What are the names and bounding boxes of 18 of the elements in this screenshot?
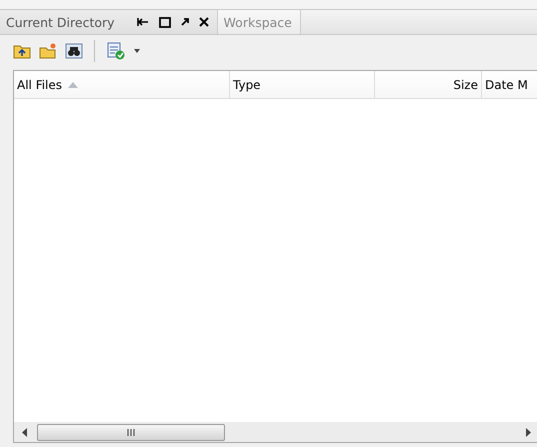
column-header[interactable]: Type [233,78,261,92]
scroll-left-icon[interactable] [22,428,27,436]
maximize-icon[interactable] [158,16,171,28]
binoculars-icon[interactable] [65,42,83,58]
dropdown-caret-icon[interactable] [134,48,140,52]
folder-up-icon[interactable] [13,42,31,58]
column-header[interactable]: Date M [485,78,528,92]
new-folder-icon[interactable] [39,42,57,58]
close-icon[interactable] [198,17,209,27]
column-header[interactable]: Size [453,78,478,92]
column-header[interactable]: All Files [17,78,62,92]
scroll-thumb[interactable] [37,424,225,440]
scroll-right-icon[interactable] [526,428,531,436]
pin-icon[interactable] [136,17,149,27]
horizontal-scrollbar[interactable] [14,422,537,442]
undock-arrow-icon[interactable] [180,18,189,26]
document-check-icon[interactable] [106,42,126,60]
tab[interactable]: Current Directory [0,10,218,34]
